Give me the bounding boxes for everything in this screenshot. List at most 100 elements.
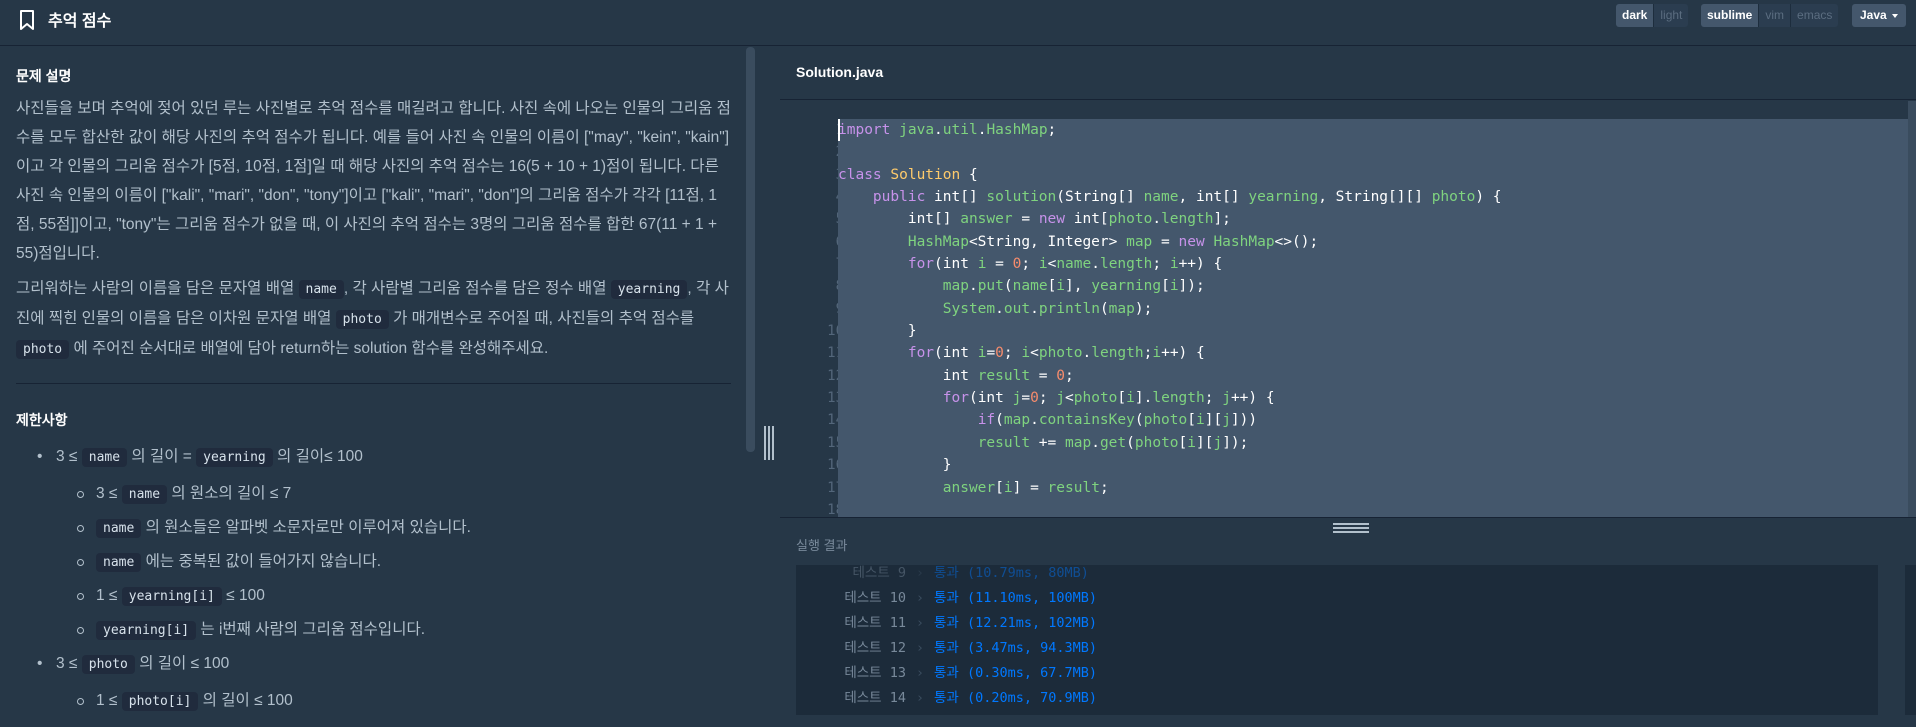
theme-dark-button[interactable]: dark	[1616, 4, 1654, 27]
problem-scrollbar[interactable]	[746, 47, 755, 452]
line-number: 6	[780, 231, 844, 253]
code-line: class Solution {	[838, 166, 978, 183]
theme-light-button[interactable]: light	[1653, 4, 1689, 27]
problem-paragraph-2: 그리워하는 사람의 이름을 담은 문자열 배열 name, 각 사람별 그리움 …	[16, 280, 729, 359]
test-result: 통과 (0.20ms, 70.9MB)	[934, 690, 1098, 706]
language-dropdown[interactable]: Java	[1852, 4, 1906, 27]
result-console[interactable]: 테스트 9 › 통과 (10.79ms, 80MB) 테스트 10 › 통과 (11.10…	[796, 565, 1878, 715]
line-number: 1	[780, 119, 844, 141]
divider	[16, 383, 731, 384]
constraints-heading: 제한사항	[16, 412, 68, 428]
constraints-list: 3 ≤ name 의 길이 = yearning 의 길이≤ 100 3 ≤ n…	[16, 444, 731, 722]
test-label: 테스트 11	[844, 615, 906, 631]
test-label: 테스트 9	[852, 565, 906, 581]
result-row[interactable]: 테스트 11 › 통과 (12.21ms, 102MB)	[796, 611, 1097, 636]
test-label: 테스트 14	[844, 690, 906, 706]
code-line: result += map.get(photo[i][j]);	[977, 434, 1249, 451]
result-row[interactable]: 테스트 10 › 통과 (11.10ms, 100MB)	[796, 586, 1097, 611]
line-number: 5	[780, 208, 844, 230]
constraint-item: 3 ≤ name 의 길이 = yearning 의 길이≤ 100	[16, 444, 731, 481]
text-cursor	[838, 119, 840, 141]
test-result: 통과 (3.47ms, 94.3MB)	[934, 640, 1098, 656]
code-line: }	[838, 457, 952, 474]
constraint-subitem: 3 ≤ name 의 원소의 길이 ≤ 7	[16, 481, 731, 515]
problem-paragraph-1: 사진들을 보며 추억에 젖어 있던 루는 사진별로 추억 점수를 매길려고 합니…	[16, 100, 731, 262]
code-line: for(int j=0; j<photo[i].length; j++) {	[942, 390, 1275, 407]
test-result: 통과 (11.10ms, 100MB)	[934, 590, 1098, 606]
console-scrollbar[interactable]	[1905, 565, 1916, 715]
test-label: 테스트 13	[844, 665, 906, 681]
code-editor[interactable]: 123456789101112131415161718 import java.…	[780, 101, 1916, 517]
keymap-vim-button[interactable]: vim	[1758, 4, 1791, 27]
code-line: import java.util.HashMap;	[838, 122, 1057, 138]
code-line: for(int i=0; i<photo.length;i++) {	[907, 345, 1205, 362]
constraint-subitem: 1 ≤ yearning[i] ≤ 100	[16, 583, 731, 617]
test-result: 통과 (12.21ms, 102MB)	[934, 615, 1098, 631]
code-line: HashMap<String, Integer> map = new HashM…	[907, 233, 1319, 250]
chevron-right-icon: ›	[915, 640, 925, 656]
page-title: 추억 점수	[48, 13, 112, 30]
line-number: 12	[827, 367, 844, 384]
code-line: public int[] solution(String[] name, int…	[872, 189, 1502, 206]
line-number: 13	[827, 390, 844, 407]
constraint-subitem: name 에는 중복된 값이 들어가지 않습니다.	[16, 549, 731, 583]
line-number: 7	[780, 253, 844, 275]
test-result: 통과 (10.79ms, 80MB)	[934, 565, 1089, 581]
line-number: 4	[780, 186, 844, 208]
keymap-sublime-button[interactable]: sublime	[1701, 4, 1759, 27]
file-tab-bar: Solution.java	[780, 47, 1916, 100]
theme-toggle: dark light	[1616, 4, 1689, 27]
chevron-right-icon: ›	[915, 690, 925, 706]
line-number: 16	[827, 457, 844, 474]
code-area[interactable]: import java.util.HashMap; class Solution…	[838, 119, 1908, 517]
line-number: 2	[780, 141, 844, 163]
result-resize-handle[interactable]	[1333, 523, 1369, 535]
line-number: 8	[780, 275, 844, 297]
editor-scrollbar[interactable]	[1908, 101, 1916, 517]
test-result: 통과 (0.30ms, 67.7MB)	[934, 665, 1098, 681]
top-header: 추억 점수 dark light sublime vim emacs Java	[0, 0, 1916, 46]
code-name: name	[298, 280, 344, 299]
caret-down-icon	[1891, 13, 1898, 18]
line-number: 3	[780, 164, 844, 186]
result-row[interactable]: 테스트 14 › 통과 (0.20ms, 70.9MB)	[796, 686, 1097, 711]
file-name: Solution.java	[796, 64, 884, 80]
constraint-subitem: yearning[i] 는 i번째 사람의 그리움 점수입니다.	[16, 617, 731, 651]
result-row[interactable]: 테스트 9 › 통과 (10.79ms, 80MB)	[796, 565, 1089, 586]
code-photo: photo	[16, 340, 70, 359]
editor-panel: Solution.java 12345678910111213141516171…	[780, 47, 1916, 727]
code-photo: photo	[335, 310, 389, 329]
code-line: map.put(name[i], yearning[i]);	[942, 278, 1205, 295]
constraint-subitem: 1 ≤ photo[i] 의 길이 ≤ 100	[16, 688, 731, 722]
chevron-right-icon: ›	[915, 565, 925, 581]
chevron-right-icon: ›	[915, 665, 925, 681]
line-number: 9	[780, 298, 844, 320]
result-row[interactable]: 테스트 13 › 통과 (0.30ms, 67.7MB)	[796, 661, 1097, 686]
test-label: 테스트 10	[844, 590, 906, 606]
line-number: 17	[827, 479, 844, 496]
chevron-right-icon: ›	[915, 615, 925, 631]
keymap-toggle: sublime vim emacs	[1701, 4, 1839, 27]
line-number: 10	[827, 323, 844, 340]
code-line: }	[838, 323, 917, 340]
code-yearning: yearning	[610, 280, 688, 299]
constraint-subitem: name 의 원소들은 알파벳 소문자로만 이루어져 있습니다.	[16, 515, 731, 549]
bookmark-icon[interactable]	[19, 9, 35, 31]
line-number: 11	[827, 345, 844, 362]
line-number: 14	[827, 412, 844, 429]
result-row[interactable]: 테스트 12 › 통과 (3.47ms, 94.3MB)	[796, 636, 1097, 661]
panel-resize-handle[interactable]	[764, 426, 774, 460]
problem-description-heading: 문제 설명	[16, 68, 72, 84]
language-label: Java	[1860, 8, 1887, 22]
keymap-emacs-button[interactable]: emacs	[1790, 4, 1839, 27]
code-line: int result = 0;	[838, 367, 1074, 384]
line-number: 18	[827, 501, 844, 517]
line-number: 15	[827, 434, 844, 451]
code-line: if(map.containsKey(photo[i][j]))	[977, 412, 1258, 429]
code-line: int[] answer = new int[photo.length];	[838, 211, 1231, 228]
constraint-item: 3 ≤ photo 의 길이 ≤ 100	[16, 651, 731, 688]
problem-panel[interactable]: 문제 설명 사진들을 보며 추억에 젖어 있던 루는 사진별로 추억 점수를 매…	[0, 47, 757, 727]
test-label: 테스트 12	[844, 640, 906, 656]
code-line: System.out.println(map);	[942, 300, 1153, 317]
